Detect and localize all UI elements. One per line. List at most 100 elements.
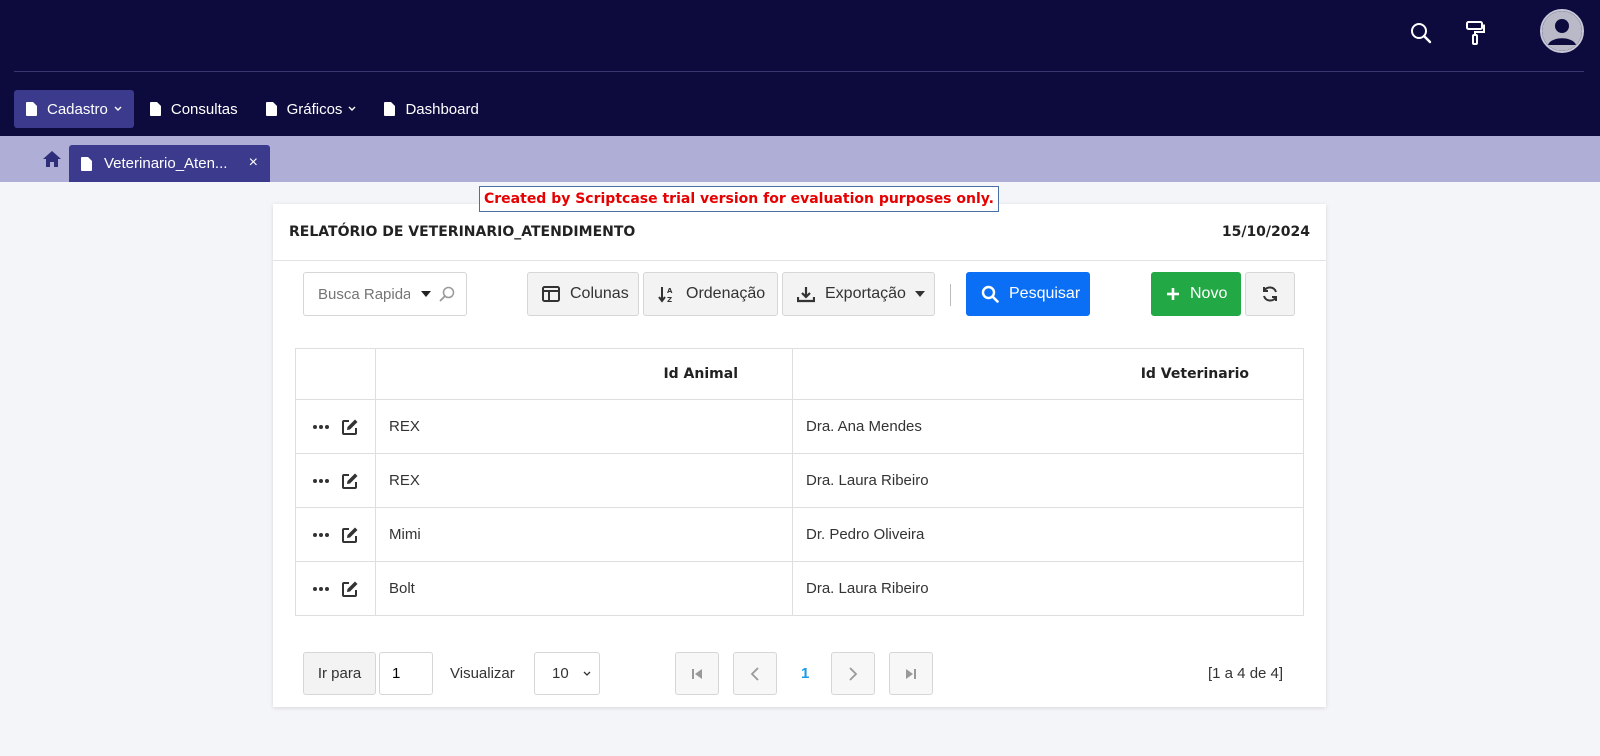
- paint-roller-icon[interactable]: [1458, 16, 1492, 50]
- columns-button[interactable]: Colunas: [527, 272, 639, 316]
- menu-dashboard[interactable]: Dashboard: [372, 90, 490, 128]
- ellipsis-icon[interactable]: [312, 424, 329, 429]
- edit-icon[interactable]: [341, 418, 359, 436]
- report-date: 15/10/2024: [1221, 224, 1310, 240]
- cell-id-animal: Mimi: [375, 507, 793, 562]
- column-header-id-veterinario[interactable]: Id Veterinario: [792, 348, 1304, 400]
- search-label: Pesquisar: [1009, 285, 1081, 302]
- row-actions: [295, 561, 376, 616]
- first-page-button[interactable]: [675, 652, 719, 695]
- row-actions: [295, 507, 376, 562]
- ellipsis-icon[interactable]: [312, 532, 329, 537]
- table-row: Mimi Dr. Pedro Oliveira: [295, 507, 1304, 562]
- edit-icon[interactable]: [341, 526, 359, 544]
- close-icon[interactable]: ×: [249, 154, 258, 172]
- row-actions: [295, 453, 376, 508]
- caret-down-icon[interactable]: [420, 290, 432, 298]
- cell-id-veterinario: Dr. Pedro Oliveira: [792, 507, 1304, 562]
- last-page-icon: [905, 668, 917, 680]
- chevron-down-icon: [348, 106, 356, 112]
- goto-page-field[interactable]: [379, 652, 433, 695]
- search-icon[interactable]: [439, 286, 455, 302]
- svg-text:Z: Z: [667, 296, 672, 303]
- menu-dashboard-label: Dashboard: [405, 100, 479, 118]
- next-page-button[interactable]: [831, 652, 875, 695]
- ellipsis-icon[interactable]: [312, 586, 329, 591]
- navbar-divider: [14, 71, 1584, 72]
- actions-header: [295, 348, 376, 400]
- document-icon: [26, 102, 37, 116]
- new-button[interactable]: Novo: [1151, 272, 1241, 316]
- current-page-link[interactable]: 1: [801, 652, 809, 695]
- document-icon: [384, 102, 396, 116]
- column-header-id-animal[interactable]: Id Animal: [375, 348, 793, 400]
- cell-id-animal: REX: [375, 399, 793, 454]
- table-row: Bolt Dra. Laura Ribeiro: [295, 561, 1304, 616]
- cell-id-veterinario: Dra. Laura Ribeiro: [792, 561, 1304, 616]
- home-icon[interactable]: [42, 150, 64, 170]
- previous-page-icon: [750, 666, 760, 681]
- last-page-button[interactable]: [889, 652, 933, 695]
- document-icon: [81, 156, 92, 171]
- header-divider: [273, 260, 1326, 261]
- user-avatar-icon[interactable]: [1540, 9, 1584, 53]
- view-label: Visualizar: [450, 665, 515, 682]
- download-icon: [797, 286, 815, 303]
- trial-notice: Created by Scriptcase trial version for …: [479, 186, 999, 212]
- export-button[interactable]: Exportação: [782, 272, 935, 316]
- pagination-summary: [1 a 4 de 4]: [1208, 665, 1284, 682]
- cell-id-veterinario: Dra. Ana Mendes: [792, 399, 1304, 454]
- previous-page-button[interactable]: [733, 652, 777, 695]
- tab-bar: Veterinario_Aten... ×: [0, 136, 1600, 182]
- cell-id-animal: Bolt: [375, 561, 793, 616]
- export-label: Exportação: [825, 285, 906, 302]
- columns-icon: [542, 286, 560, 302]
- chevron-down-icon: [583, 671, 591, 677]
- columns-label: Colunas: [570, 285, 629, 302]
- menu-consultas-label: Consultas: [170, 100, 238, 118]
- caret-down-icon: [914, 290, 926, 298]
- goto-page-input[interactable]: [392, 665, 432, 682]
- sort-button[interactable]: AZ Ordenação: [643, 272, 778, 316]
- toolbar-separator: [950, 284, 951, 306]
- table-header-row: Id Animal Id Veterinario: [295, 348, 1304, 400]
- menu-graficos-label: Gráficos: [286, 100, 343, 118]
- menu-cadastro[interactable]: Cadastro: [14, 90, 134, 128]
- cell-id-veterinario: Dra. Laura Ribeiro: [792, 453, 1304, 508]
- table-row: REX Dra. Ana Mendes: [295, 399, 1304, 454]
- refresh-icon: [1261, 285, 1279, 303]
- plus-icon: [1166, 287, 1180, 301]
- records-table: Id Animal Id Veterinario REX Dra. Ana Me…: [295, 348, 1304, 616]
- quick-search-input[interactable]: [318, 285, 410, 303]
- edit-icon[interactable]: [341, 472, 359, 490]
- menu-consultas[interactable]: Consultas: [138, 90, 250, 128]
- document-icon: [149, 102, 161, 116]
- ellipsis-icon[interactable]: [312, 478, 329, 483]
- next-page-icon: [848, 666, 858, 681]
- sort-icon: AZ: [658, 285, 676, 303]
- goto-label: Ir para: [317, 665, 362, 682]
- refresh-button[interactable]: [1245, 272, 1295, 316]
- first-page-icon: [691, 668, 703, 680]
- chevron-down-icon: [114, 106, 122, 112]
- tab-label: Veterinario_Aten...: [104, 155, 228, 172]
- search-icon[interactable]: [1404, 16, 1438, 50]
- svg-text:A: A: [667, 287, 673, 295]
- menu-graficos[interactable]: Gráficos: [254, 90, 369, 128]
- quick-search[interactable]: [303, 272, 467, 316]
- row-actions: [295, 399, 376, 454]
- document-icon: [265, 102, 277, 116]
- edit-icon[interactable]: [341, 580, 359, 598]
- menu-cadastro-label: Cadastro: [47, 100, 108, 118]
- search-icon: [981, 285, 999, 303]
- report-panel: RELATÓRIO DE VETERINARIO_ATENDIMENTO 15/…: [273, 204, 1326, 707]
- cell-id-animal: REX: [375, 453, 793, 508]
- search-button[interactable]: Pesquisar: [966, 272, 1090, 316]
- page-size-select[interactable]: 10: [534, 652, 600, 695]
- report-title: RELATÓRIO DE VETERINARIO_ATENDIMENTO: [289, 224, 636, 240]
- goto-button[interactable]: Ir para: [303, 652, 376, 695]
- table-row: REX Dra. Laura Ribeiro: [295, 453, 1304, 508]
- new-label: Novo: [1190, 285, 1228, 302]
- main-menu: Cadastro Consultas Gráficos Dashboard: [14, 90, 495, 128]
- tab-veterinario-atendimento[interactable]: Veterinario_Aten... ×: [69, 145, 270, 182]
